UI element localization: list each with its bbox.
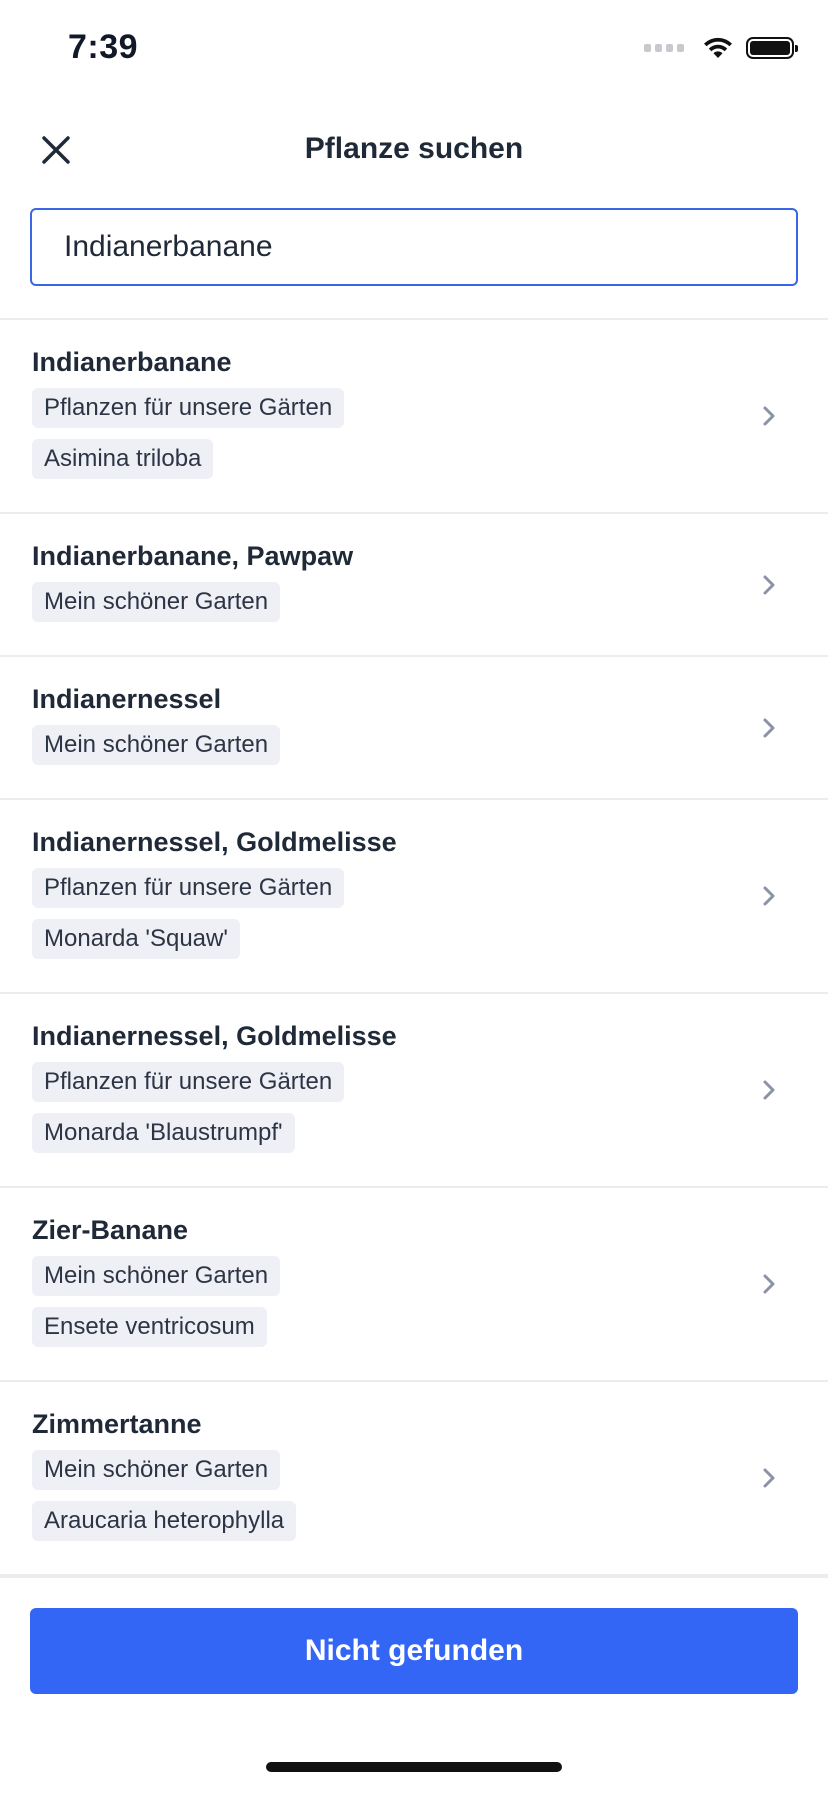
chevron-right-icon	[763, 1274, 775, 1294]
cellular-signal-icon	[644, 44, 684, 52]
result-item[interactable]: Indianernessel, Goldmelisse Pflanzen für …	[0, 800, 828, 994]
results-list: Indianerbanane Pflanzen für unsere Gärten…	[0, 318, 828, 1578]
result-title: Indianerbanane	[32, 347, 232, 377]
home-indicator	[266, 1762, 562, 1772]
not-found-button[interactable]: Nicht gefunden	[30, 1608, 798, 1694]
status-time: 7:39	[68, 28, 139, 66]
result-tag: Araucaria heterophylla	[32, 1501, 297, 1541]
result-item[interactable]: Zier-Banane Mein schöner Garten Ensete ven…	[0, 1188, 828, 1382]
wifi-icon	[704, 37, 732, 58]
result-tag: Monarda 'Squaw'	[32, 919, 240, 959]
result-tag: Mein schöner Garten	[32, 582, 281, 622]
result-tag: Monarda 'Blaustrumpf'	[32, 1113, 295, 1153]
result-tag: Pflanzen für unsere Gärten	[32, 388, 345, 428]
status-bar: 7:39	[0, 0, 828, 100]
chevron-right-icon	[763, 886, 775, 906]
result-title: Indianerbanane, Pawpaw	[32, 541, 354, 571]
result-item[interactable]: Indianernessel Mein schöner Garten	[0, 657, 828, 800]
result-title: Indianernessel, Goldmelisse	[32, 1021, 397, 1051]
result-tag: Mein schöner Garten	[32, 1450, 281, 1490]
page-title: Pflanze suchen	[304, 132, 524, 165]
chevron-right-icon	[763, 1468, 775, 1488]
result-item[interactable]: Indianernessel, Goldmelisse Pflanzen für …	[0, 994, 828, 1188]
result-tag: Mein schöner Garten	[32, 1256, 281, 1296]
chevron-right-icon	[763, 575, 775, 594]
status-icons	[644, 36, 798, 60]
result-item[interactable]: Indianerbanane Pflanzen für unsere Gärten…	[0, 320, 828, 514]
search-input[interactable]	[32, 210, 796, 284]
result-title: Indianernessel, Goldmelisse	[32, 827, 397, 857]
result-item[interactable]: Zimmertanne Mein schöner Garten Araucaria …	[0, 1382, 828, 1576]
result-tag: Asimina triloba	[32, 439, 214, 479]
chevron-right-icon	[763, 1080, 775, 1100]
result-title: Indianernessel	[32, 684, 222, 714]
result-item[interactable]: Indianerbanane, Pawpaw Mein schöner Garte…	[0, 514, 828, 657]
result-tag: Mein schöner Garten	[32, 725, 281, 765]
result-title: Zimmertanne	[32, 1409, 202, 1439]
result-tag: Pflanzen für unsere Gärten	[32, 868, 345, 908]
bottom-bar: Nicht gefunden	[0, 1576, 828, 1794]
chevron-right-icon	[763, 718, 775, 737]
result-tag: Pflanzen für unsere Gärten	[32, 1062, 345, 1102]
result-title: Zier-Banane	[32, 1215, 189, 1245]
result-tag: Ensete ventricosum	[32, 1307, 267, 1347]
navigation-bar: Pflanze suchen	[0, 110, 828, 192]
chevron-right-icon	[763, 406, 775, 426]
search-field-container	[30, 208, 798, 286]
battery-icon	[746, 37, 798, 59]
